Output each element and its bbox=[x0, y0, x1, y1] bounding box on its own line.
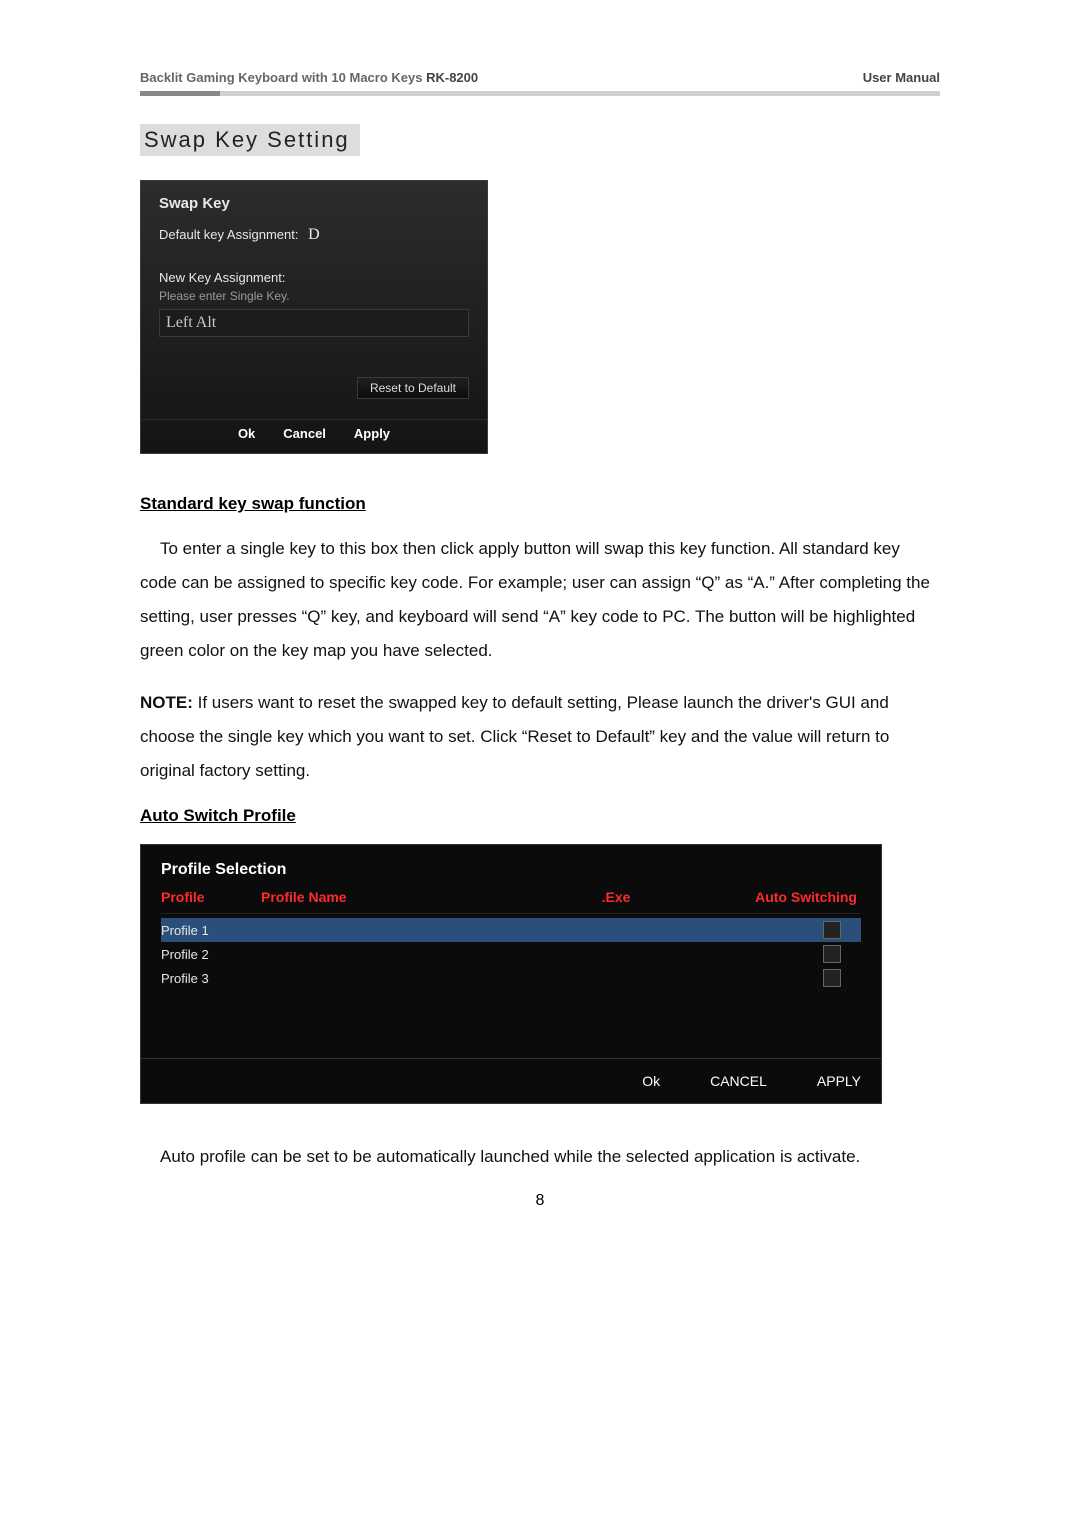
section-title: Swap Key Setting bbox=[140, 124, 360, 156]
profile-apply-button[interactable]: APPLY bbox=[817, 1073, 861, 1089]
note-text: If users want to reset the swapped key t… bbox=[140, 693, 889, 780]
header-product: Backlit Gaming Keyboard with 10 Macro Ke… bbox=[140, 70, 426, 85]
table-row[interactable]: Profile 3 bbox=[161, 966, 861, 990]
reset-to-default-button[interactable]: Reset to Default bbox=[357, 377, 469, 399]
swap-cancel-button[interactable]: Cancel bbox=[283, 426, 326, 441]
paragraph-note: NOTE: If users want to reset the swapped… bbox=[140, 686, 940, 788]
profile-ok-button[interactable]: Ok bbox=[642, 1073, 660, 1089]
profile-cancel-button[interactable]: CANCEL bbox=[710, 1073, 767, 1089]
profile-label: Profile 1 bbox=[161, 923, 261, 938]
header-rule bbox=[140, 91, 940, 96]
profile-selection-dialog: Profile Selection Profile Profile Name .… bbox=[140, 844, 882, 1104]
profile-dialog-title: Profile Selection bbox=[161, 861, 861, 879]
auto-switch-checkbox[interactable] bbox=[823, 969, 841, 987]
swap-dialog-actions: Ok Cancel Apply bbox=[141, 419, 487, 443]
profile-dialog-actions: Ok CANCEL APPLY bbox=[141, 1058, 881, 1103]
swap-key-dialog: Swap Key Default key Assignment: D New K… bbox=[140, 180, 488, 454]
profile-label: Profile 3 bbox=[161, 971, 261, 986]
default-assignment-label: Default key Assignment: bbox=[159, 227, 298, 242]
table-row[interactable]: Profile 1 bbox=[161, 918, 861, 942]
new-assignment-input[interactable] bbox=[159, 309, 469, 337]
note-label: NOTE: bbox=[140, 693, 193, 712]
table-row[interactable]: Profile 2 bbox=[161, 942, 861, 966]
header-model: RK-8200 bbox=[426, 70, 478, 85]
header-left: Backlit Gaming Keyboard with 10 Macro Ke… bbox=[140, 70, 478, 85]
profile-label: Profile 2 bbox=[161, 947, 261, 962]
header-profile-name: Profile Name bbox=[261, 889, 521, 905]
header-exe: .Exe bbox=[521, 889, 711, 905]
swap-ok-button[interactable]: Ok bbox=[238, 426, 255, 441]
paragraph-standard-swap: To enter a single key to this box then c… bbox=[140, 532, 940, 668]
header-auto-switching: Auto Switching bbox=[711, 889, 861, 905]
auto-switch-checkbox[interactable] bbox=[823, 921, 841, 939]
profile-table-header: Profile Profile Name .Exe Auto Switching bbox=[161, 889, 861, 914]
paragraph-auto-switch: Auto profile can be set to be automatica… bbox=[140, 1140, 940, 1174]
subheading-standard-swap: Standard key swap function bbox=[140, 494, 940, 514]
new-assignment-label: New Key Assignment: bbox=[159, 270, 469, 285]
default-assignment-row: Default key Assignment: D bbox=[159, 226, 469, 244]
header-profile: Profile bbox=[161, 889, 261, 905]
auto-switch-checkbox[interactable] bbox=[823, 945, 841, 963]
swap-apply-button[interactable]: Apply bbox=[354, 426, 390, 441]
profile-rows: Profile 1 Profile 2 Profile 3 bbox=[161, 918, 861, 1058]
default-assignment-value: D bbox=[308, 226, 320, 243]
page-number: 8 bbox=[140, 1192, 940, 1210]
page-header: Backlit Gaming Keyboard with 10 Macro Ke… bbox=[140, 70, 940, 85]
header-right: User Manual bbox=[863, 70, 940, 85]
new-assignment-hint: Please enter Single Key. bbox=[159, 289, 469, 303]
swap-dialog-title: Swap Key bbox=[159, 195, 469, 212]
subheading-auto-switch: Auto Switch Profile bbox=[140, 806, 940, 826]
